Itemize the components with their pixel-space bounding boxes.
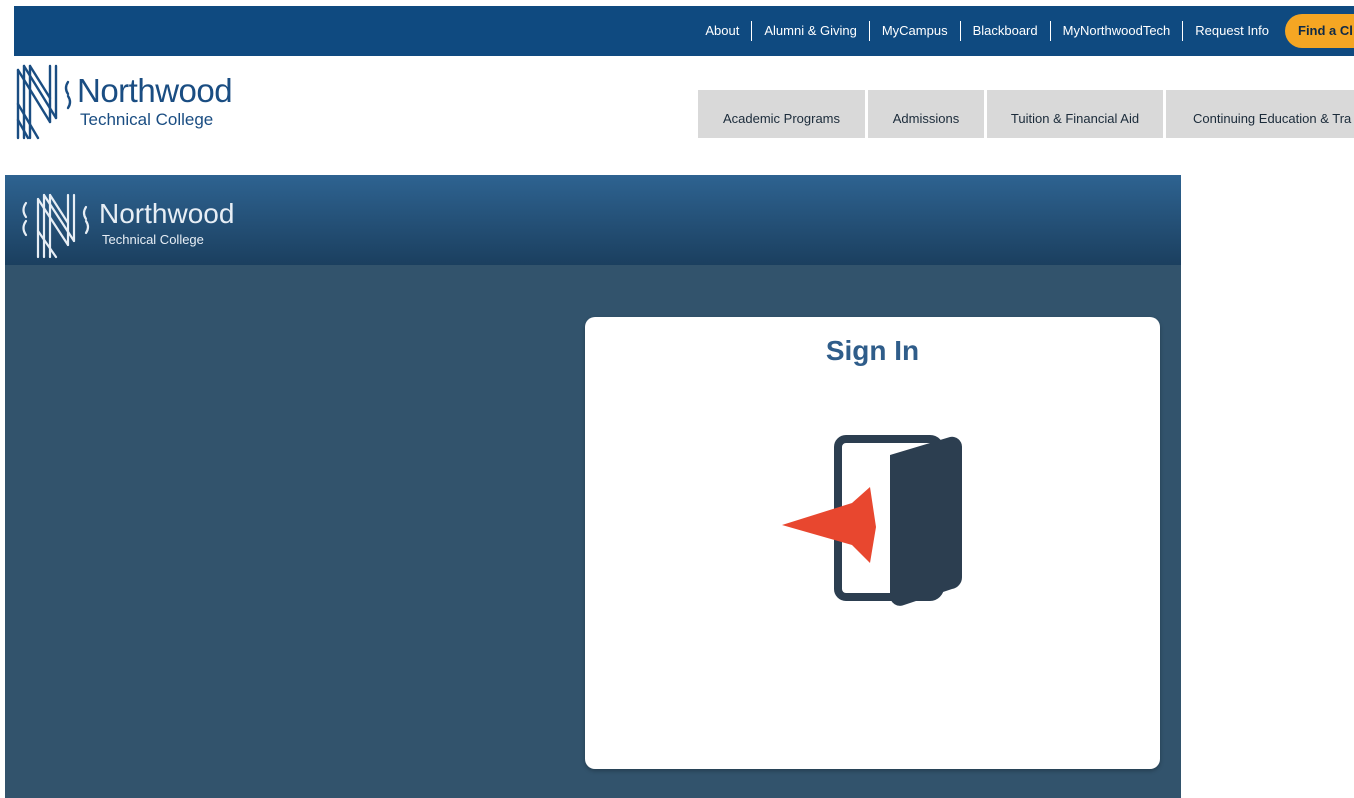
brand-subtitle: Technical College [80, 110, 214, 129]
brand-name: Northwood [77, 72, 233, 109]
utility-link-request-info[interactable]: Request Info [1182, 21, 1281, 41]
portal-brand-subtitle: Technical College [102, 232, 204, 247]
utility-bar: About Alumni & Giving MyCampus Blackboar… [14, 6, 1354, 56]
find-a-class-button[interactable]: Find a Cl [1285, 14, 1354, 48]
main-nav: Academic Programs Admissions Tuition & F… [698, 90, 1354, 138]
utility-link-about[interactable]: About [693, 21, 751, 41]
portal-header: Northwood Technical College [5, 175, 1181, 265]
utility-link-mycampus[interactable]: MyCampus [868, 21, 960, 41]
portal-brand-name: Northwood [99, 198, 235, 229]
portal-frame: Northwood Technical College Sign In [5, 175, 1181, 798]
northwood-logo-icon [16, 64, 72, 140]
portal-logo-icon [22, 193, 90, 259]
utility-link-mynorthwoodtech[interactable]: MyNorthwoodTech [1049, 21, 1183, 41]
nav-continuing-education[interactable]: Continuing Education & Tra [1166, 90, 1354, 138]
nav-tuition-financial-aid[interactable]: Tuition & Financial Aid [987, 90, 1163, 138]
utility-links: About Alumni & Giving MyCampus Blackboar… [693, 6, 1354, 56]
sign-in-door-icon [782, 435, 963, 606]
site-logo[interactable]: Northwood Technical College [16, 64, 256, 140]
nav-admissions[interactable]: Admissions [868, 90, 984, 138]
nav-academic-programs[interactable]: Academic Programs [698, 90, 865, 138]
utility-link-blackboard[interactable]: Blackboard [959, 21, 1050, 41]
utility-link-alumni-giving[interactable]: Alumni & Giving [751, 21, 868, 41]
sign-in-tile[interactable]: Sign In [585, 317, 1160, 769]
sign-in-title: Sign In [825, 335, 920, 366]
